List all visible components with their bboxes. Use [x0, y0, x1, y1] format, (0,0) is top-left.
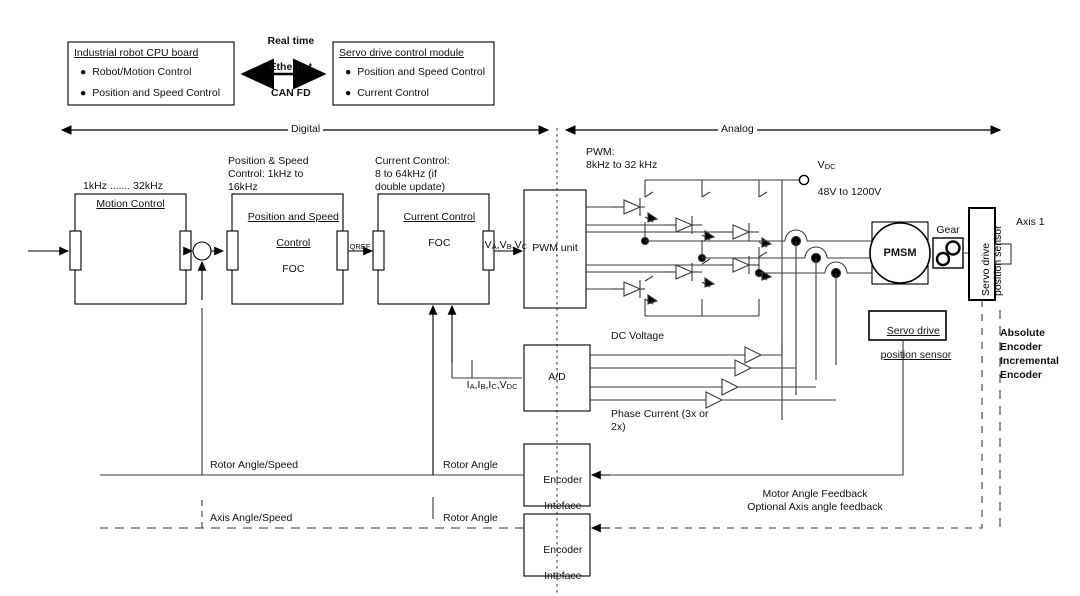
- encoder-if-2-line-1: Encoder: [543, 544, 583, 556]
- ia-sub: A: [469, 382, 475, 391]
- position-speed-line-1: Position and Speed: [247, 211, 339, 223]
- iqref-signal-label: IQREF: [335, 226, 371, 266]
- va-base: V: [484, 239, 492, 251]
- servo-module-bullet-1: ● Position and Speed Control: [345, 66, 486, 78]
- ic-sub: C: [491, 382, 497, 391]
- current-rate-label: Current Control: 8 to 64kHz (if double u…: [375, 155, 450, 193]
- phase-voltage-label: VA,VB,VC: [484, 239, 528, 251]
- pwm-unit-label[interactable]: PWM unit: [524, 242, 586, 255]
- vdc-range: 48V to 1200V: [817, 186, 882, 198]
- motor-feedback-label: Motor Angle Feedback Optional Axis angle…: [747, 488, 883, 513]
- comm-link-label: Real time Ethernet CAN FD: [245, 22, 325, 113]
- servo-drive-position-sensor-axis-line-1: Servo drive: [980, 242, 992, 296]
- encoder-if-1-line-2: Inteface: [544, 500, 582, 512]
- vdc-in-sub: DC: [506, 382, 518, 391]
- comm-link-line-2: Ethernet: [269, 61, 313, 73]
- position-speed-rate-label: Position & Speed Control: 1kHz to 16kHz: [228, 155, 309, 193]
- vc-sub: C: [521, 242, 528, 251]
- cpu-board-bullet-2: ● Position and Speed Control: [80, 87, 221, 99]
- cpu-bullet-1-text: Robot/Motion Control: [92, 66, 192, 78]
- iqref-sub: QREF: [349, 242, 371, 251]
- dc-voltage-label: DC Voltage: [611, 330, 665, 342]
- vb-sub: B: [506, 242, 512, 251]
- cpu-board-title: Industrial robot CPU board: [74, 47, 199, 59]
- vdc-subscript: DC: [824, 162, 836, 171]
- ib-sub: B: [480, 382, 486, 391]
- pwm-rate-label: PWM: 8kHz to 32 kHz: [586, 146, 658, 171]
- vdc-label: VDC 48V to 1200V: [806, 146, 882, 212]
- vdc-symbol: V: [817, 159, 825, 171]
- comm-link-line-1: Real time: [267, 35, 315, 47]
- axis-1-label: Axis 1: [1016, 216, 1045, 228]
- pmsm-label: PMSM: [883, 247, 917, 259]
- servo-module-bullet-2: ● Current Control: [345, 87, 429, 99]
- rotor-angle-label-2: Rotor Angle: [441, 512, 500, 525]
- current-control-line-1: Current Control: [403, 211, 476, 223]
- motion-control-label[interactable]: Motion Control: [75, 198, 186, 211]
- cpu-board-bullet-1: ● Robot/Motion Control: [80, 66, 192, 78]
- va-sub: A: [491, 242, 497, 251]
- encoder-interface-2-label[interactable]: Encoder Inteface: [524, 531, 590, 596]
- encoder-if-2-line-2: Inteface: [544, 570, 582, 582]
- current-control-line-2: FOC: [428, 237, 451, 249]
- servo-drive-position-sensor-axis-line-2: position sensor: [992, 225, 1004, 296]
- rotor-angle-speed-label: Rotor Angle/Speed: [208, 459, 301, 472]
- servo-module-title: Servo drive control module: [339, 47, 464, 59]
- analog-domain-label: Analog: [718, 123, 757, 136]
- phase-current-label: Phase Current (3x or 2x): [611, 408, 709, 433]
- position-speed-control-label[interactable]: Position and Speed Control FOC: [232, 198, 343, 289]
- position-speed-line-3: FOC: [282, 263, 305, 275]
- digital-domain-label: Digital: [288, 123, 324, 136]
- ad-input-signal-label: IA,IB,IC,VDC: [466, 379, 518, 391]
- diagram-canvas: Industrial robot CPU board ● Robot/Motio…: [0, 0, 1080, 593]
- encoder-interface-1-label[interactable]: Encoder Inteface: [524, 461, 590, 526]
- position-speed-line-2: Control: [276, 237, 311, 249]
- vc-base: V: [514, 239, 522, 251]
- servo-bullet-1-text: Position and Speed Control: [357, 66, 486, 78]
- ad-block-label[interactable]: A/D: [524, 371, 590, 384]
- encoder-types-label: Absolute Encoder Incremental Encoder: [1000, 327, 1059, 381]
- servo-drive-position-sensor-motor: Servo drive position sensor: [869, 313, 952, 373]
- encoder-if-1-line-1: Encoder: [543, 474, 583, 486]
- axis-angle-speed-label: Axis Angle/Speed: [208, 512, 295, 525]
- rotor-angle-label-1: Rotor Angle: [441, 459, 500, 472]
- comm-link-line-3: CAN FD: [271, 87, 311, 99]
- servo-sensor-motor-line-1: Servo drive: [886, 325, 940, 337]
- motion-rate-label: 1kHz ....... 32kHz: [83, 180, 163, 192]
- vb-base: V: [499, 239, 507, 251]
- servo-bullet-2-text: Current Control: [357, 87, 429, 99]
- cpu-bullet-2-text: Position and Speed Control: [92, 87, 221, 99]
- servo-sensor-motor-line-2: position sensor: [880, 349, 952, 361]
- gear-label: Gear: [936, 224, 960, 236]
- vdc-in-base: V: [499, 379, 507, 391]
